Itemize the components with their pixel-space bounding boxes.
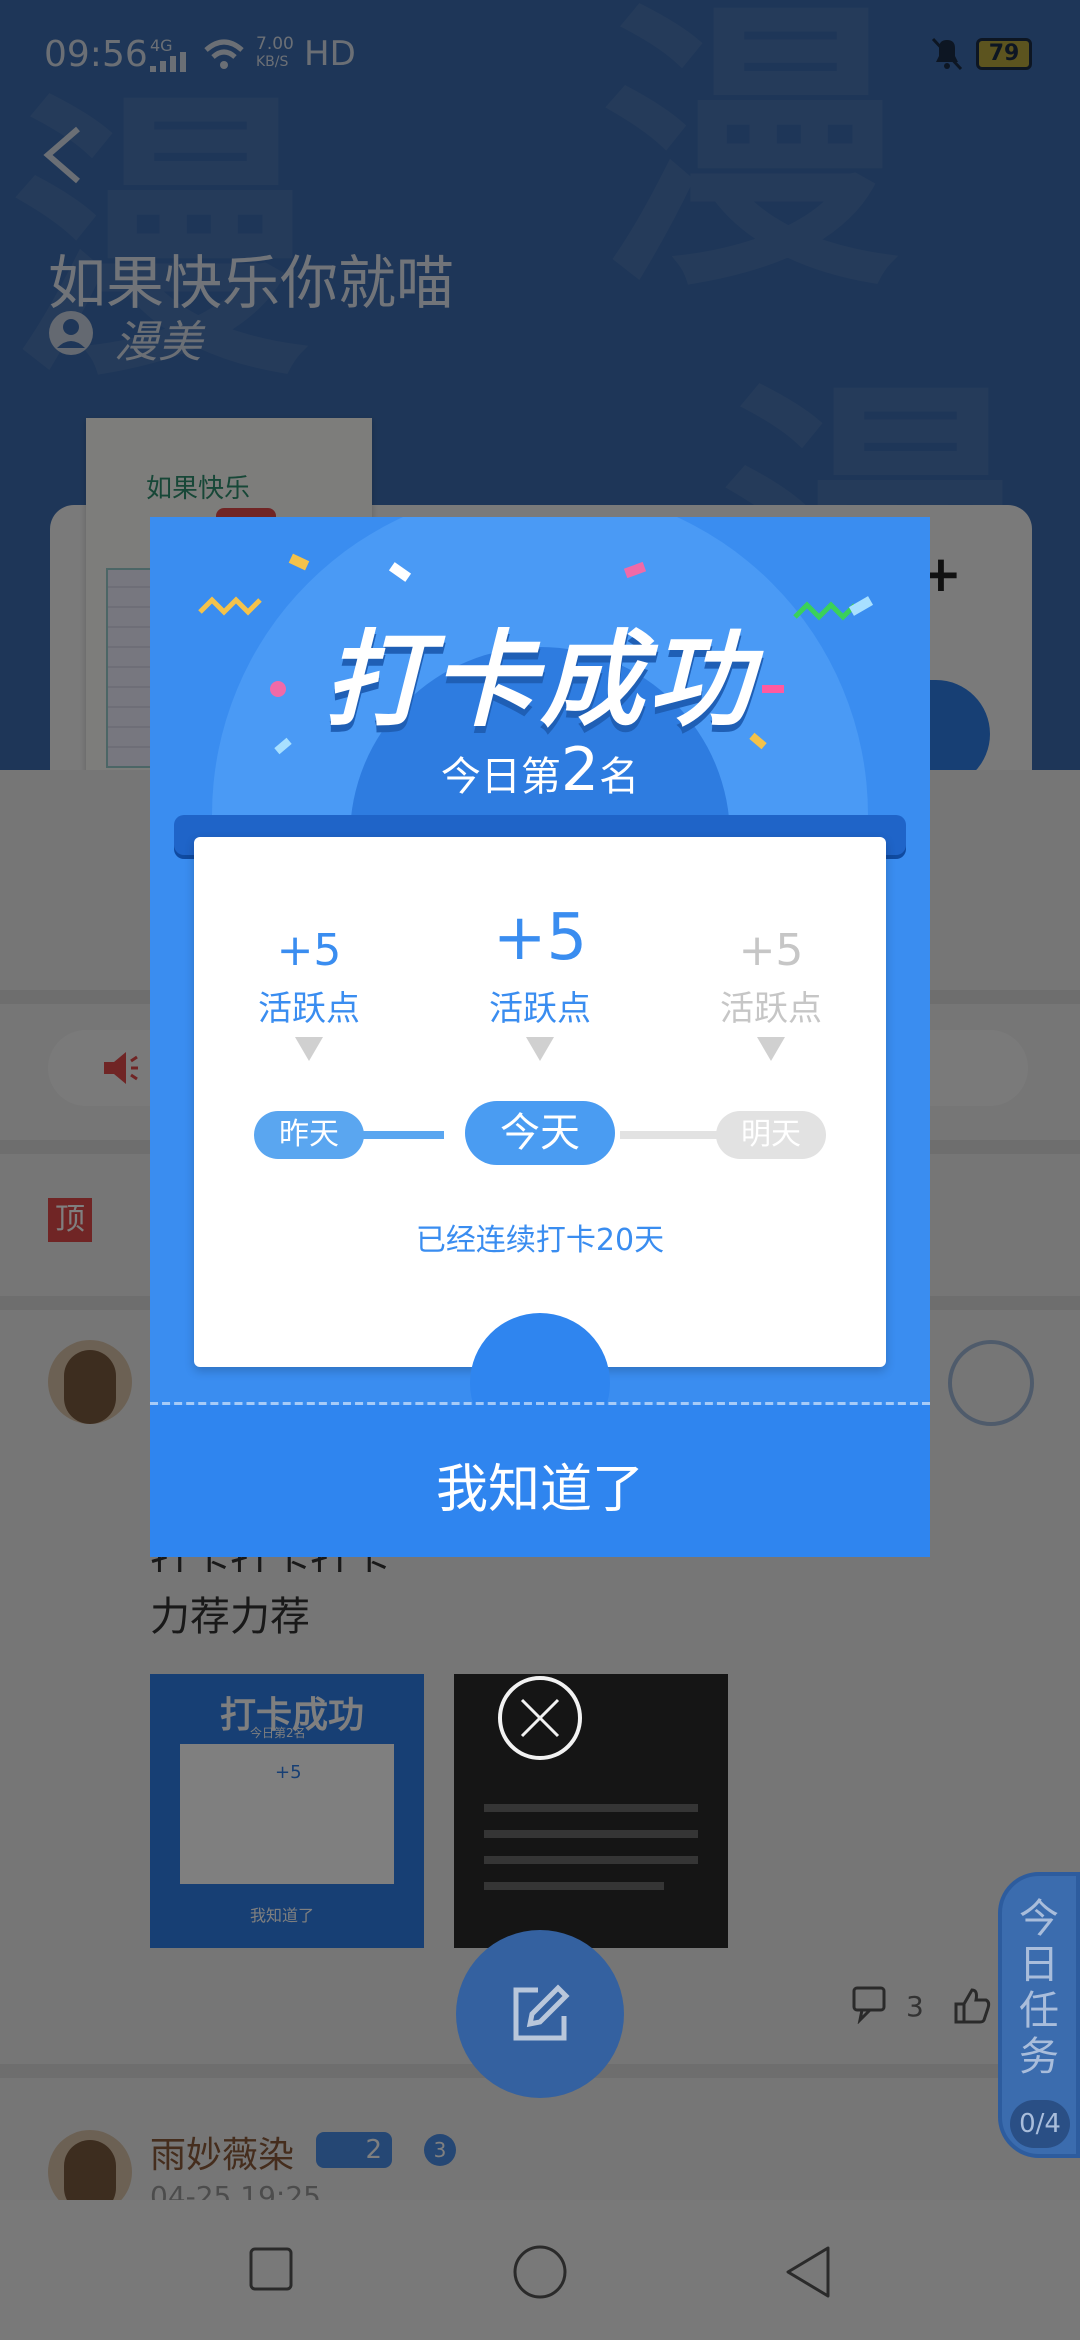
edit-icon	[513, 1984, 570, 2041]
today-unit: 活跃点	[489, 989, 591, 1029]
pointer-down-icon	[295, 1037, 323, 1061]
today-pill: 今天	[465, 1101, 615, 1165]
streak-text: 已经连续打卡20天	[415, 1223, 665, 1258]
yesterday-unit: 活跃点	[258, 989, 360, 1029]
checkin-success-dialog: 打卡成功 今日第2名 +5 活跃点 昨天 +5 活跃点 今天 +5 活跃点 明天…	[150, 517, 930, 1557]
close-button[interactable]	[498, 1676, 582, 1760]
pointer-down-icon	[757, 1037, 785, 1061]
pointer-down-icon	[526, 1037, 554, 1061]
task-progress: 0/4	[1010, 2100, 1070, 2148]
dialog-title: 打卡成功	[323, 619, 756, 741]
tomorrow-points: +5	[738, 925, 804, 976]
task-label: 今日任务	[1019, 1896, 1059, 2080]
tomorrow-pill: 明天	[716, 1111, 826, 1159]
tomorrow-unit: 活跃点	[720, 989, 822, 1029]
today-points: +5	[492, 901, 588, 975]
rank-number: 2	[560, 735, 600, 805]
rank-prefix: 今日第	[440, 754, 561, 800]
yesterday-pill: 昨天	[254, 1111, 364, 1159]
compose-button[interactable]	[456, 1930, 624, 2098]
confirm-button[interactable]: 我知道了	[150, 1447, 930, 1522]
reward-card: +5 活跃点 昨天 +5 活跃点 今天 +5 活跃点 明天 已经连续打卡20天	[194, 837, 886, 1367]
daily-task-widget[interactable]: 今日任务 0/4	[998, 1872, 1080, 2158]
screen: 漫 漫 漫 09:56 4G 7.00 KB/S HD 79 如果快乐你就喵 漫…	[0, 0, 1080, 2340]
rank-text: 今日第2名	[150, 735, 930, 805]
close-icon	[520, 1698, 560, 1738]
yesterday-points: +5	[276, 925, 342, 976]
rank-suffix: 名	[599, 754, 640, 800]
